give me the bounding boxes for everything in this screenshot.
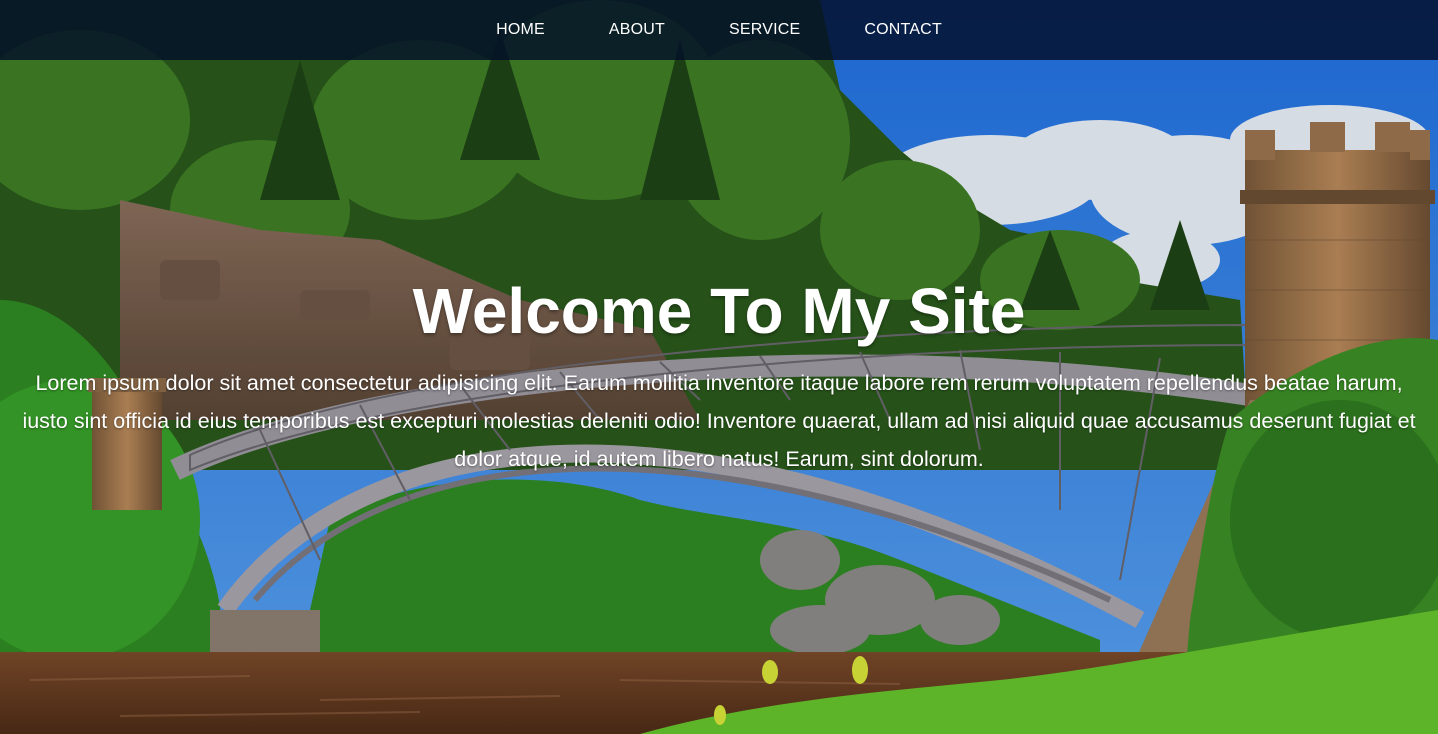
nav-menu: HOME ABOUT SERVICE CONTACT xyxy=(0,0,1438,60)
hero-content: Welcome To My Site Lorem ipsum dolor sit… xyxy=(0,272,1438,478)
nav-link-service[interactable]: SERVICE xyxy=(729,21,800,39)
hero-description: Lorem ipsum dolor sit amet consectetur a… xyxy=(22,371,1416,471)
nav-link-home[interactable]: HOME xyxy=(496,21,545,39)
nav-link-contact[interactable]: CONTACT xyxy=(864,21,942,39)
hero-title: Welcome To My Site xyxy=(412,275,1026,347)
nav-link-about[interactable]: ABOUT xyxy=(609,21,665,39)
top-navbar: HOME ABOUT SERVICE CONTACT xyxy=(0,0,1438,60)
